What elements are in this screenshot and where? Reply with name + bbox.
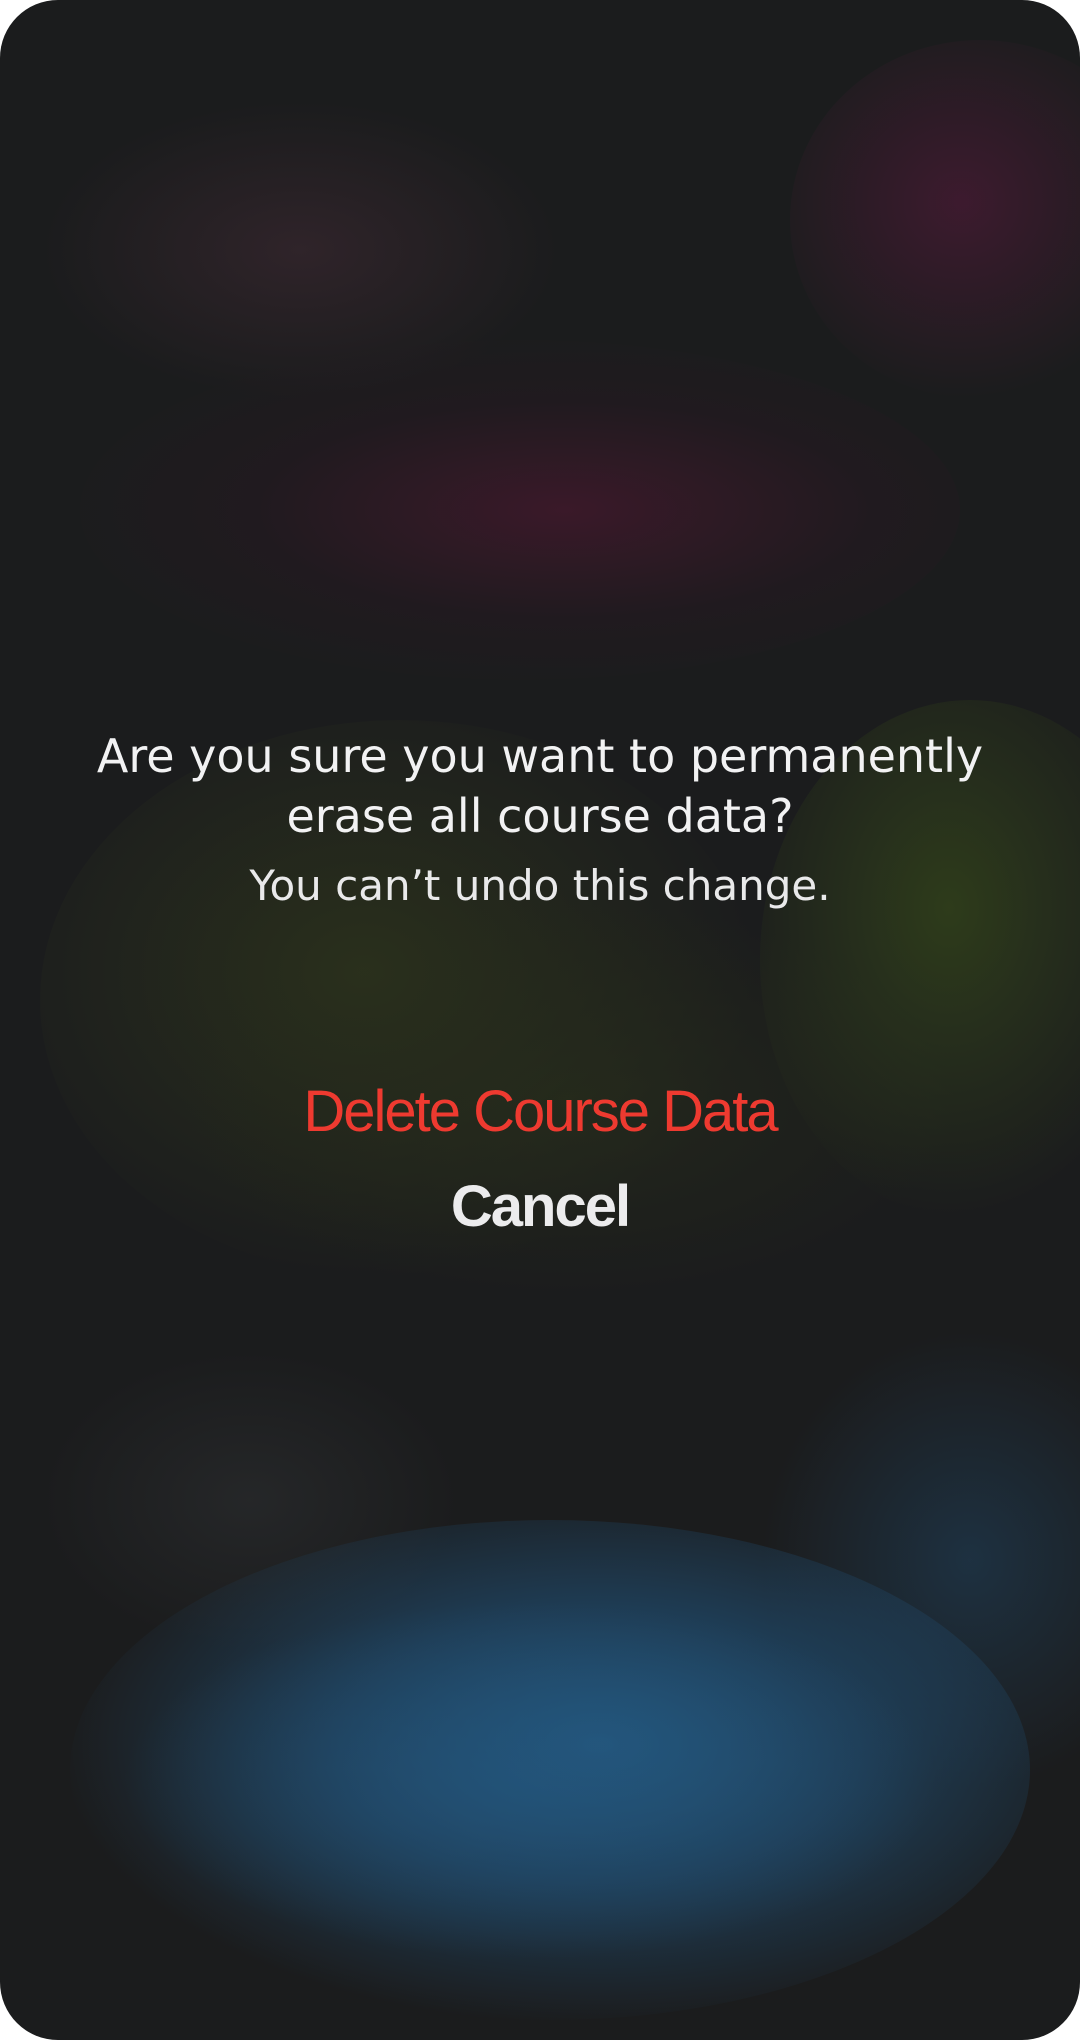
delete-course-data-button[interactable]: Delete Course Data xyxy=(190,1076,890,1148)
alert-dialog: Are you sure you want to permanently era… xyxy=(0,0,1080,2040)
alert-screen: Are you sure you want to permanently era… xyxy=(0,0,1080,2040)
alert-title: Are you sure you want to permanently era… xyxy=(96,729,984,843)
alert-message: You can’t undo this change. xyxy=(249,861,831,910)
cancel-button[interactable]: Cancel xyxy=(190,1170,890,1244)
